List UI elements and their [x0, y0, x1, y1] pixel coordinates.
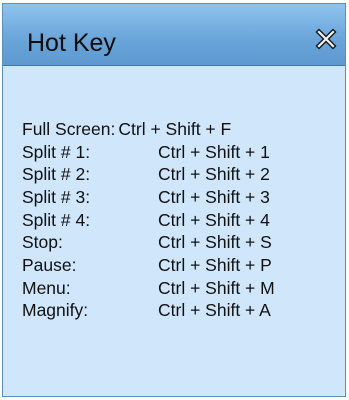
hotkey-row-split-1: Split # 1: Ctrl + Shift + 1 — [22, 141, 337, 164]
hotkey-row-full-screen: Full Screen: Ctrl + Shift + F — [22, 118, 337, 141]
hotkey-keys: Ctrl + Shift + 2 — [158, 164, 270, 185]
hotkey-label: Pause: — [22, 254, 77, 275]
hotkey-label: Full Screen: — [22, 118, 116, 139]
hotkey-list: Full Screen: Ctrl + Shift + F Split # 1:… — [22, 118, 337, 322]
hotkey-keys: Ctrl + Shift + 4 — [158, 209, 270, 230]
hotkey-keys: Ctrl + Shift + M — [158, 277, 275, 298]
hotkey-row-split-4: Split # 4: Ctrl + Shift + 4 — [22, 209, 337, 232]
hotkey-label: Split # 2: — [22, 164, 91, 185]
hotkey-label: Split # 1: — [22, 141, 91, 162]
title-bar[interactable]: Hot Key — [3, 4, 345, 66]
hotkey-label: Stop: — [22, 232, 63, 253]
hotkey-keys: Ctrl + Shift + P — [158, 254, 272, 275]
hotkey-row-magnify: Magnify: Ctrl + Shift + A — [22, 300, 337, 323]
hotkey-row-split-2: Split # 2: Ctrl + Shift + 2 — [22, 163, 337, 186]
hotkey-keys: Ctrl + Shift + 1 — [158, 141, 270, 162]
hotkey-row-pause: Pause: Ctrl + Shift + P — [22, 254, 337, 277]
hotkey-row-stop: Stop: Ctrl + Shift + S — [22, 231, 337, 254]
hotkey-keys: Ctrl + Shift + F — [118, 118, 232, 139]
hotkey-keys: Ctrl + Shift + S — [158, 232, 272, 253]
close-button[interactable] — [313, 26, 339, 52]
hotkey-row-split-3: Split # 3: Ctrl + Shift + 3 — [22, 186, 337, 209]
hotkey-label: Split # 3: — [22, 186, 91, 207]
hotkey-keys: Ctrl + Shift + A — [158, 300, 271, 321]
close-icon — [315, 28, 337, 50]
hotkey-label: Menu: — [22, 277, 71, 298]
hotkey-keys: Ctrl + Shift + 3 — [158, 186, 270, 207]
hotkey-label: Split # 4: — [22, 209, 91, 230]
hotkey-label: Magnify: — [22, 300, 89, 321]
dialog-title: Hot Key — [27, 29, 116, 57]
hotkey-dialog: Hot Key Full Screen: Ctrl + Shift + F Sp… — [2, 3, 346, 397]
hotkey-row-menu: Menu: Ctrl + Shift + M — [22, 277, 337, 300]
